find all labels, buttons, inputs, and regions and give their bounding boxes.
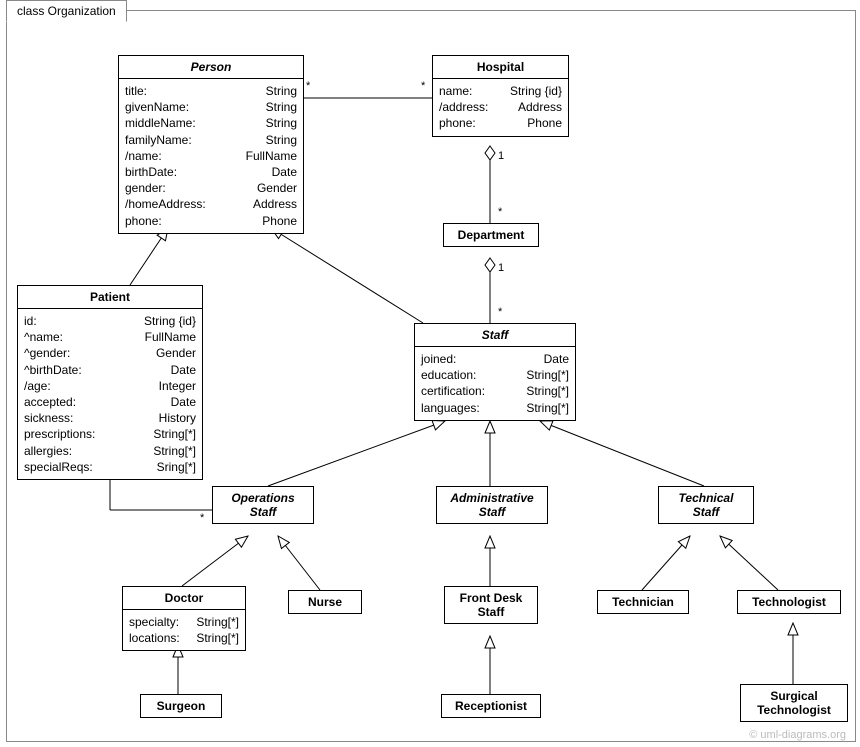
class-technician-title: Technician — [598, 591, 688, 613]
class-doctor-title: Doctor — [123, 587, 245, 610]
attribute-row: sickness:History — [24, 410, 196, 426]
class-operations-staff: Operations Staff — [212, 486, 314, 524]
attribute-row: gender:Gender — [125, 180, 297, 196]
attribute-row: givenName:String — [125, 99, 297, 115]
mult-person-hospital-left: * — [306, 80, 310, 92]
attribute-row: /age:Integer — [24, 378, 196, 394]
attribute-row: locations:String[*] — [129, 630, 239, 646]
class-doctor-attrs: specialty:String[*]locations:String[*] — [123, 610, 245, 650]
class-receptionist-title: Receptionist — [442, 695, 540, 717]
class-technologist: Technologist — [737, 590, 841, 614]
attribute-row: education:String[*] — [421, 367, 569, 383]
class-administrative-staff: Administrative Staff — [436, 486, 548, 524]
class-person-attrs: title:StringgivenName:StringmiddleName:S… — [119, 79, 303, 233]
mult-dept-staff-1: 1 — [498, 262, 504, 274]
class-hospital-title: Hospital — [433, 56, 568, 79]
attribute-row: allergies:String[*] — [24, 443, 196, 459]
attribute-row: middleName:String — [125, 115, 297, 131]
class-receptionist: Receptionist — [441, 694, 541, 718]
class-department-title: Department — [444, 224, 538, 246]
mult-hosp-dept-1: 1 — [498, 150, 504, 162]
class-nurse-title: Nurse — [289, 591, 361, 613]
mult-hosp-dept-star: * — [498, 206, 502, 218]
class-hospital: Hospital name:String {id}/address:Addres… — [432, 55, 569, 137]
attribute-row: /address:Address — [439, 99, 562, 115]
attribute-row: ^name:FullName — [24, 329, 196, 345]
attribute-row: /homeAddress:Address — [125, 196, 297, 212]
attribute-row: prescriptions:String[*] — [24, 426, 196, 442]
class-staff-attrs: joined:Dateeducation:String[*]certificat… — [415, 347, 575, 420]
attribute-row: specialReqs:Sring[*] — [24, 459, 196, 475]
watermark: © uml-diagrams.org — [749, 729, 846, 741]
class-technical-staff: Technical Staff — [658, 486, 754, 524]
class-surgical-technologist: Surgical Technologist — [740, 684, 848, 722]
mult-person-hospital-right: * — [421, 80, 425, 92]
attribute-row: certification:String[*] — [421, 383, 569, 399]
class-hospital-attrs: name:String {id}/address:Addressphone:Ph… — [433, 79, 568, 136]
attribute-row: title:String — [125, 83, 297, 99]
class-front-desk-staff-title: Front Desk Staff — [445, 587, 537, 623]
attribute-row: phone:Phone — [125, 213, 297, 229]
class-surgeon: Surgeon — [140, 694, 222, 718]
class-person-title: Person — [119, 56, 303, 79]
class-administrative-staff-title: Administrative Staff — [437, 487, 547, 523]
attribute-row: ^birthDate:Date — [24, 362, 196, 378]
class-staff: Staff joined:Dateeducation:String[*]cert… — [414, 323, 576, 421]
attribute-row: accepted:Date — [24, 394, 196, 410]
class-staff-title: Staff — [415, 324, 575, 347]
class-department: Department — [443, 223, 539, 247]
attribute-row: familyName:String — [125, 132, 297, 148]
attribute-row: name:String {id} — [439, 83, 562, 99]
class-surgeon-title: Surgeon — [141, 695, 221, 717]
class-technical-staff-title: Technical Staff — [659, 487, 753, 523]
class-technician: Technician — [597, 590, 689, 614]
class-surgical-technologist-title: Surgical Technologist — [741, 685, 847, 721]
attribute-row: specialty:String[*] — [129, 614, 239, 630]
class-front-desk-staff: Front Desk Staff — [444, 586, 538, 624]
mult-dept-staff-star: * — [498, 306, 502, 318]
mult-patient-ops-right: * — [200, 512, 204, 524]
class-patient: Patient id:String {id}^name:FullName^gen… — [17, 285, 203, 480]
frame-title: class Organization — [6, 0, 127, 22]
class-patient-attrs: id:String {id}^name:FullName^gender:Gend… — [18, 309, 202, 479]
attribute-row: joined:Date — [421, 351, 569, 367]
attribute-row: birthDate:Date — [125, 164, 297, 180]
class-nurse: Nurse — [288, 590, 362, 614]
class-operations-staff-title: Operations Staff — [213, 487, 313, 523]
class-person: Person title:StringgivenName:Stringmiddl… — [118, 55, 304, 234]
class-doctor: Doctor specialty:String[*]locations:Stri… — [122, 586, 246, 651]
attribute-row: id:String {id} — [24, 313, 196, 329]
attribute-row: phone:Phone — [439, 115, 562, 131]
attribute-row: languages:String[*] — [421, 400, 569, 416]
attribute-row: ^gender:Gender — [24, 345, 196, 361]
class-patient-title: Patient — [18, 286, 202, 309]
attribute-row: /name:FullName — [125, 148, 297, 164]
class-technologist-title: Technologist — [738, 591, 840, 613]
